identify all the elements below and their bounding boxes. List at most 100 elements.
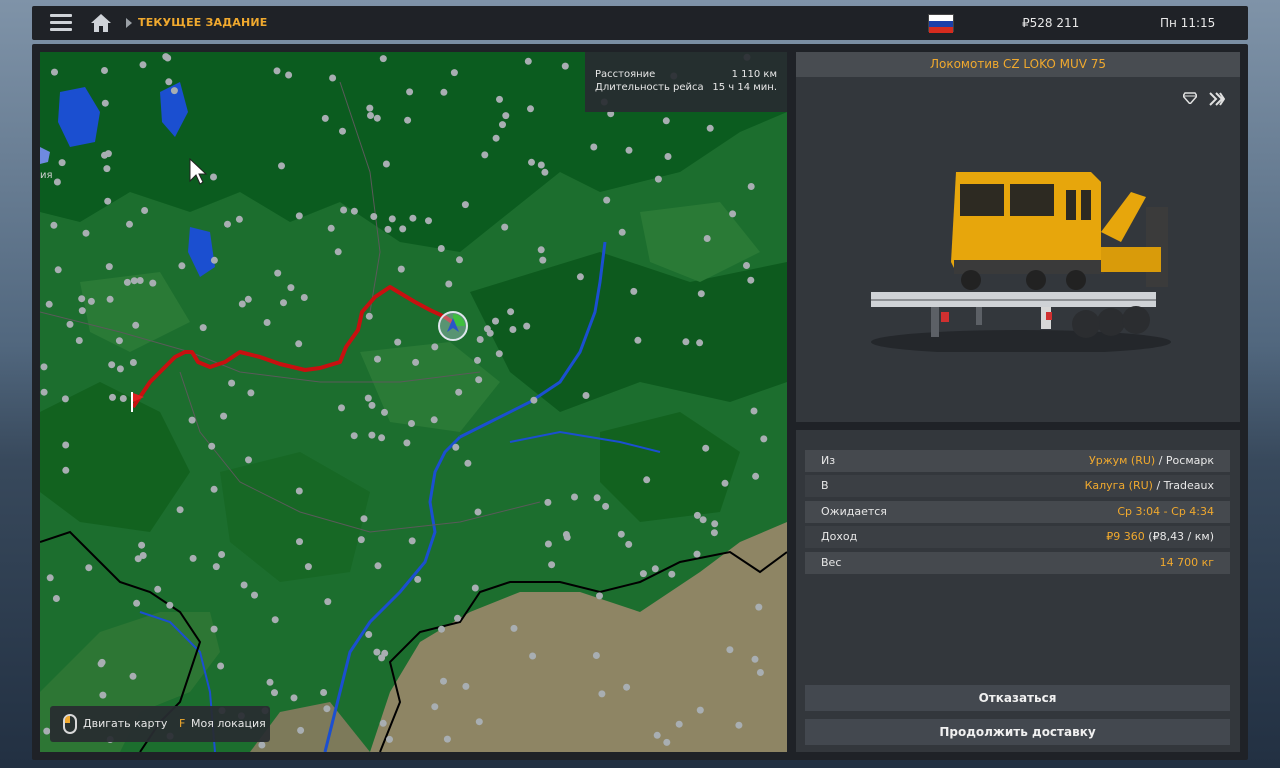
city-marker[interactable] xyxy=(625,146,633,154)
city-marker[interactable] xyxy=(381,649,389,657)
city-marker[interactable] xyxy=(78,307,86,315)
city-marker[interactable] xyxy=(365,631,373,638)
city-marker[interactable] xyxy=(40,363,48,371)
city-marker[interactable] xyxy=(756,669,764,676)
city-marker[interactable] xyxy=(603,196,611,204)
city-marker[interactable] xyxy=(760,435,768,443)
city-marker[interactable] xyxy=(452,443,460,451)
city-marker[interactable] xyxy=(501,223,509,231)
city-marker[interactable] xyxy=(443,735,451,743)
city-marker[interactable] xyxy=(495,350,503,358)
city-marker[interactable] xyxy=(409,214,417,222)
city-marker[interactable] xyxy=(481,151,489,159)
city-marker[interactable] xyxy=(109,393,116,401)
city-marker[interactable] xyxy=(462,682,470,690)
city-marker[interactable] xyxy=(212,563,220,571)
city-marker[interactable] xyxy=(327,224,335,232)
city-marker[interactable] xyxy=(592,652,600,659)
city-marker[interactable] xyxy=(58,159,66,167)
city-marker[interactable] xyxy=(537,161,545,169)
city-marker[interactable] xyxy=(381,408,388,416)
city-marker[interactable] xyxy=(464,459,472,467)
city-marker[interactable] xyxy=(136,277,144,284)
city-marker[interactable] xyxy=(247,389,255,397)
city-marker[interactable] xyxy=(199,324,207,332)
city-marker[interactable] xyxy=(178,262,186,270)
city-marker[interactable] xyxy=(271,689,278,697)
city-marker[interactable] xyxy=(290,694,298,702)
city-marker[interactable] xyxy=(368,401,376,409)
city-marker[interactable] xyxy=(697,290,705,298)
city-marker[interactable] xyxy=(379,719,387,727)
city-marker[interactable] xyxy=(244,295,252,303)
city-marker[interactable] xyxy=(664,153,672,160)
city-marker[interactable] xyxy=(630,287,638,295)
city-marker[interactable] xyxy=(126,220,133,228)
city-marker[interactable] xyxy=(602,502,610,510)
city-marker[interactable] xyxy=(50,221,58,229)
city-marker[interactable] xyxy=(273,67,281,75)
city-marker[interactable] xyxy=(365,312,373,320)
city-marker[interactable] xyxy=(54,266,62,274)
city-marker[interactable] xyxy=(170,87,178,95)
gem-icon[interactable] xyxy=(1183,92,1197,104)
city-marker[interactable] xyxy=(350,207,358,215)
city-marker[interactable] xyxy=(263,319,271,326)
city-marker[interactable] xyxy=(295,212,303,220)
city-marker[interactable] xyxy=(623,683,631,691)
city-marker[interactable] xyxy=(296,538,303,546)
city-marker[interactable] xyxy=(408,420,415,427)
city-marker[interactable] xyxy=(653,731,661,739)
city-marker[interactable] xyxy=(397,265,405,273)
city-marker[interactable] xyxy=(240,581,248,589)
city-marker[interactable] xyxy=(710,529,718,537)
city-marker[interactable] xyxy=(320,689,328,696)
city-marker[interactable] xyxy=(529,652,537,660)
city-marker[interactable] xyxy=(278,162,285,170)
city-marker[interactable] xyxy=(85,564,93,572)
player-position-icon[interactable] xyxy=(437,310,469,342)
city-marker[interactable] xyxy=(105,263,113,271)
city-marker[interactable] xyxy=(582,392,590,399)
continue-delivery-button[interactable]: Продолжить доставку xyxy=(805,719,1230,745)
city-marker[interactable] xyxy=(370,213,378,220)
city-marker[interactable] xyxy=(388,215,396,223)
city-marker[interactable] xyxy=(210,256,218,264)
city-marker[interactable] xyxy=(251,591,258,599)
city-marker[interactable] xyxy=(651,565,659,573)
city-marker[interactable] xyxy=(755,603,763,611)
city-marker[interactable] xyxy=(132,321,140,329)
city-marker[interactable] xyxy=(699,516,707,524)
city-marker[interactable] xyxy=(711,520,719,528)
city-marker[interactable] xyxy=(496,95,503,103)
city-marker[interactable] xyxy=(523,322,531,330)
city-marker[interactable] xyxy=(287,284,295,292)
city-marker[interactable] xyxy=(440,677,447,685)
city-marker[interactable] xyxy=(321,114,329,122)
city-marker[interactable] xyxy=(176,506,184,514)
city-marker[interactable] xyxy=(97,660,105,668)
city-marker[interactable] xyxy=(210,485,218,493)
city-marker[interactable] xyxy=(747,183,755,190)
city-marker[interactable] xyxy=(40,388,48,396)
city-marker[interactable] xyxy=(382,160,390,168)
city-marker[interactable] xyxy=(245,456,252,464)
city-marker[interactable] xyxy=(360,515,368,523)
city-marker[interactable] xyxy=(721,479,729,487)
city-marker[interactable] xyxy=(295,487,303,495)
city-marker[interactable] xyxy=(662,117,670,125)
city-marker[interactable] xyxy=(104,197,112,205)
city-marker[interactable] xyxy=(46,574,54,582)
city-marker[interactable] xyxy=(266,678,274,686)
city-marker[interactable] xyxy=(164,54,172,62)
city-marker[interactable] xyxy=(101,99,109,107)
city-marker[interactable] xyxy=(357,536,365,544)
map-canvas[interactable] xyxy=(40,52,787,752)
city-marker[interactable] xyxy=(220,412,228,420)
city-marker[interactable] xyxy=(217,662,225,670)
city-marker[interactable] xyxy=(323,705,331,713)
city-marker[interactable] xyxy=(696,339,704,347)
city-marker[interactable] xyxy=(116,365,124,373)
city-marker[interactable] xyxy=(430,416,438,424)
city-marker[interactable] xyxy=(394,338,402,346)
